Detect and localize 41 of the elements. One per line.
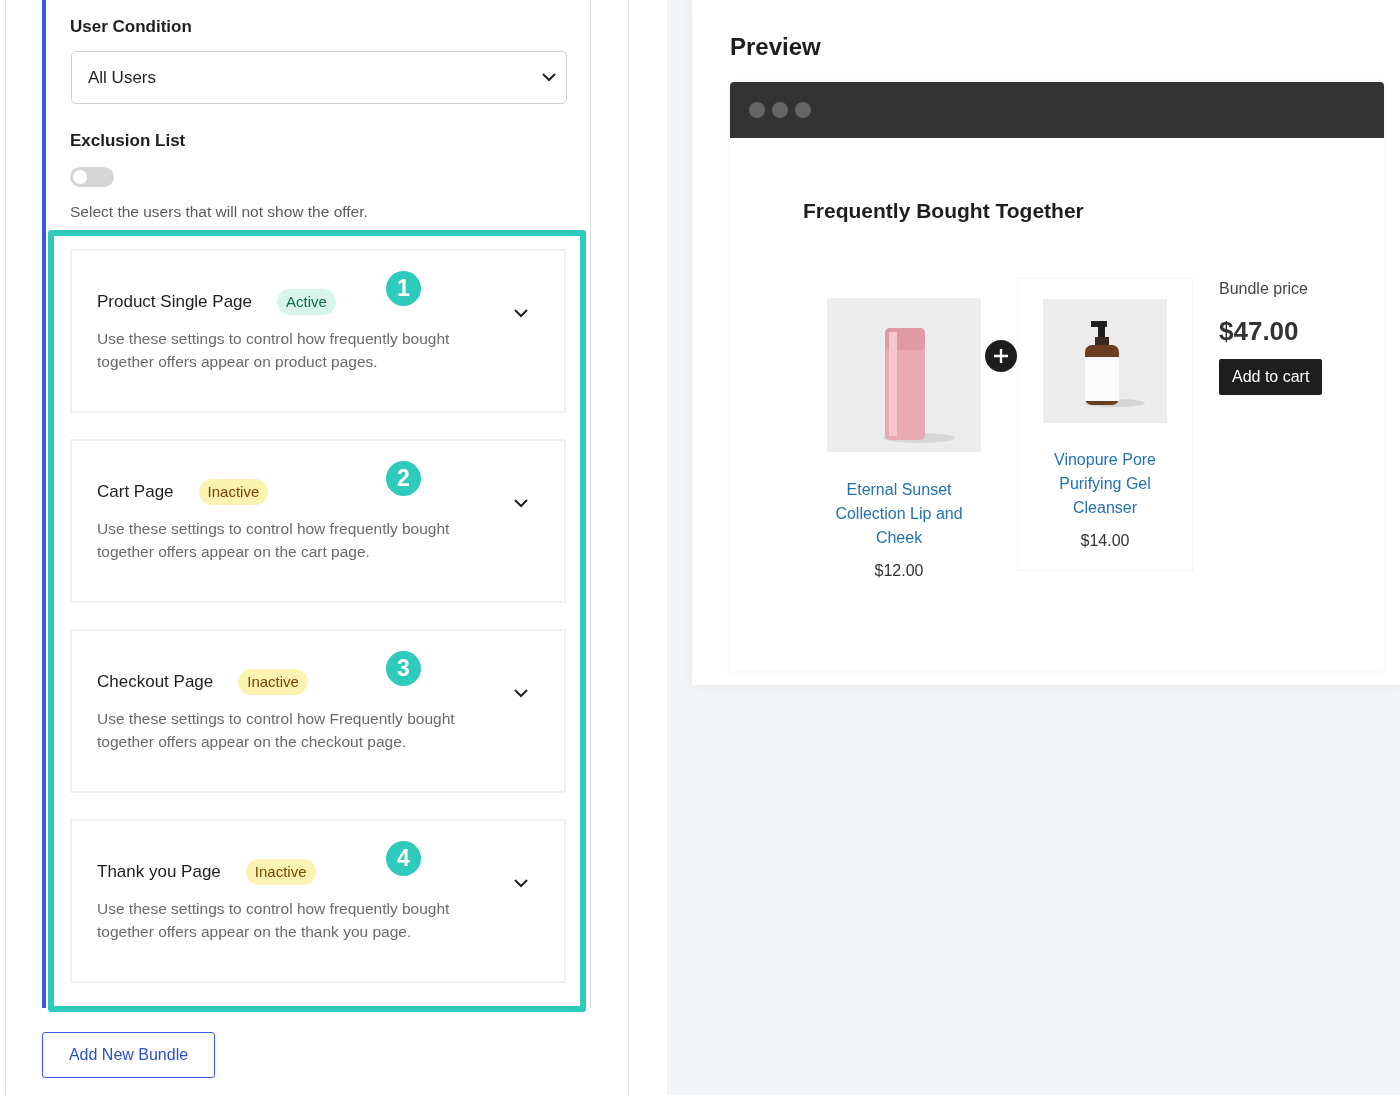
- add-to-cart-button[interactable]: Add to cart: [1219, 359, 1323, 395]
- preview-title: Preview: [730, 32, 822, 62]
- status-badge: Active: [277, 289, 336, 315]
- card-description: Use these settings to control how Frequently bought together offers appear on the checkout page.: [97, 709, 456, 752]
- card-title: Checkout Page: [97, 672, 214, 692]
- number-marker: 4: [386, 841, 421, 876]
- help-text: Select the users that will not show the offer.: [70, 202, 369, 222]
- chevron-icon[interactable]: [514, 499, 528, 508]
- number-marker: 3: [386, 651, 421, 686]
- product-price: $14.00: [1080, 532, 1130, 550]
- settings-card[interactable]: Cart Page Inactive Use these settings to control how frequently bought together offers appear on the cart page. 2: [70, 439, 566, 603]
- settings-card[interactable]: Checkout Page Inactive Use these settings to control how Frequently bought together offers appear on the checkout page. 3: [70, 629, 566, 793]
- status-badge: Inactive: [245, 859, 316, 885]
- product-price: $12.00: [874, 562, 924, 580]
- field-label: Exclusion List: [70, 130, 187, 152]
- section-heading: Frequently Bought Together: [803, 198, 1085, 224]
- window-dots-icon: [749, 102, 811, 118]
- chevron-icon[interactable]: [514, 689, 528, 698]
- card-title: Thank you Page: [97, 862, 221, 882]
- status-badge: Inactive: [238, 669, 308, 695]
- chevron-icon[interactable]: [514, 879, 528, 888]
- field-label: User Condition: [70, 16, 193, 38]
- settings-card[interactable]: Product Single Page Active Use these settings to control how frequently bought together offers appear on product pages. 1: [70, 249, 566, 413]
- number-marker: 1: [386, 271, 421, 306]
- chevron-icon: [542, 73, 556, 82]
- number-marker: 2: [386, 461, 421, 496]
- bundle-label: Bundle price: [1219, 279, 1308, 299]
- product-link[interactable]: Eternal Sunset Collection Lip and Cheek: [819, 478, 979, 550]
- card-title: Product Single Page: [97, 292, 252, 312]
- settings-card[interactable]: Thank you Page Inactive Use these settings to control how frequently bought together offers appear on the thank you page. 4: [70, 819, 566, 983]
- add-new-bundle-button[interactable]: Add New Bundle: [42, 1032, 215, 1078]
- bundle-price: $47.00: [1219, 316, 1299, 347]
- card-description: Use these settings to control how frequently bought together offers appear on the cart page.: [97, 519, 451, 562]
- toggle-switch[interactable]: [70, 167, 114, 187]
- status-badge: Inactive: [198, 479, 269, 505]
- chevron-icon[interactable]: [514, 309, 528, 318]
- card-description: Use these settings to control how frequently bought together offers appear on the thank you page.: [97, 899, 451, 942]
- product-link[interactable]: Vinopure Pore Purifying Gel Cleanser: [1025, 448, 1185, 520]
- card-description: Use these settings to control how frequently bought together offers appear on product pages.: [97, 329, 451, 372]
- card-title: Cart Page: [97, 482, 174, 502]
- user-condition-select[interactable]: All Users: [71, 51, 567, 104]
